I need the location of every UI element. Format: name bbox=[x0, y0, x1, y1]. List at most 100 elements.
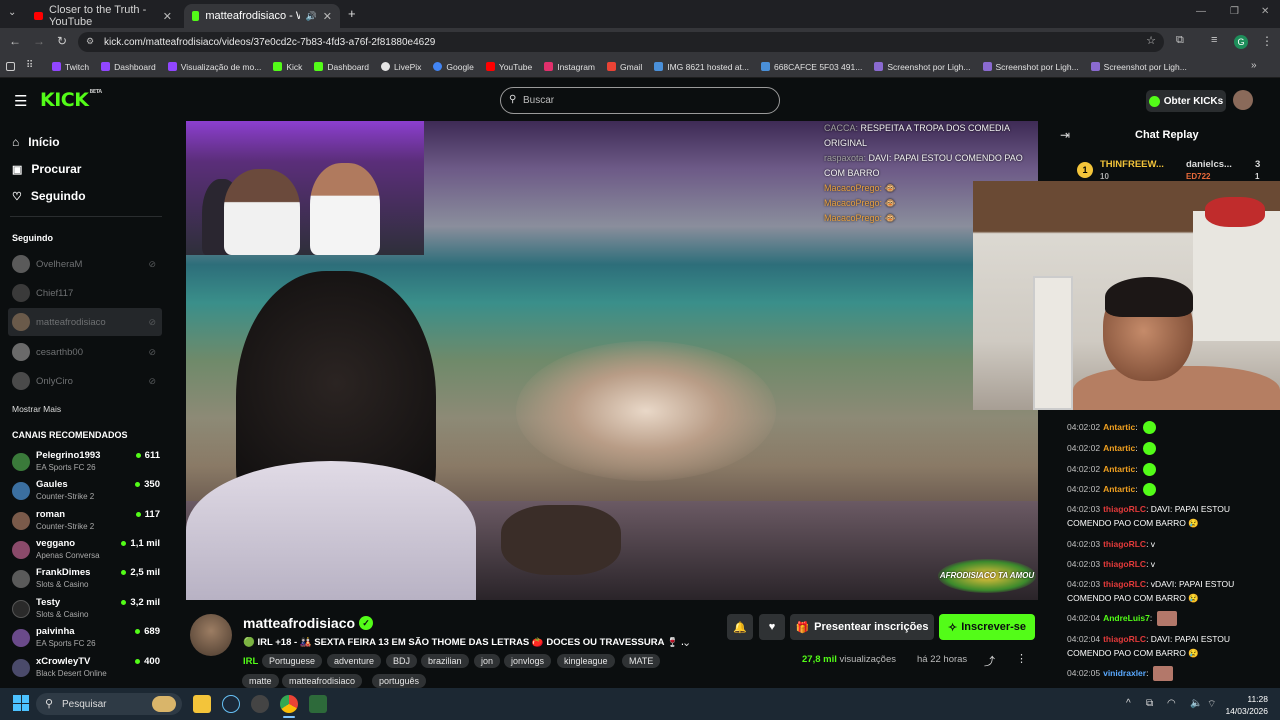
tag[interactable]: kingleague bbox=[557, 654, 615, 668]
following-item-selected[interactable]: matteafrodisiaco ⊘ bbox=[8, 308, 162, 336]
live-dot-icon bbox=[135, 511, 141, 517]
browser-tab-active[interactable]: matteafrodisiaco - Watch t 🔊 ✕ bbox=[184, 4, 340, 28]
video-player[interactable]: CACCA: RESPEITA A TROPA DOS COMEDIA ORIG… bbox=[186, 121, 1038, 600]
green-emote-icon bbox=[1142, 483, 1156, 497]
gift-subs-button[interactable]: 🎁 Presentear inscrições bbox=[790, 614, 934, 640]
app-icon[interactable] bbox=[309, 695, 327, 713]
notifications-button[interactable]: 🔔 bbox=[727, 614, 753, 640]
recommended-channel[interactable]: Pelegrino1993 EA Sports FC 26 611 bbox=[12, 449, 160, 477]
kick-logo[interactable]: KICKBETA bbox=[40, 89, 102, 111]
reload-icon[interactable]: ↻ bbox=[57, 34, 67, 48]
tag[interactable]: BDJ bbox=[386, 654, 418, 668]
bookmark-item[interactable]: Instagram bbox=[544, 62, 595, 72]
close-window-icon[interactable]: ✕ bbox=[1261, 6, 1269, 17]
recommended-channel[interactable]: FrankDimes Slots & Casino 2,5 mil bbox=[12, 566, 160, 594]
following-item[interactable]: OnlyCiro ⊘ bbox=[8, 367, 162, 395]
bookmark-item[interactable]: Dashboard bbox=[101, 62, 156, 72]
bookmark-star-icon[interactable]: ☆ bbox=[1146, 34, 1156, 47]
profile-avatar[interactable]: G bbox=[1234, 35, 1248, 49]
close-tab-icon[interactable]: ✕ bbox=[323, 10, 332, 23]
tag[interactable]: Portuguese bbox=[262, 654, 323, 668]
forward-icon[interactable]: → bbox=[33, 34, 45, 48]
apps-grid-icon[interactable]: ⠿ bbox=[26, 60, 33, 71]
bookmarks-overflow-icon[interactable]: » bbox=[1251, 60, 1257, 71]
hamburger-menu-icon[interactable]: ☰ bbox=[14, 92, 27, 110]
recommended-channel[interactable]: xCrowleyTV Black Desert Online 400 bbox=[12, 655, 160, 683]
bookmark-item[interactable]: 668CAFCE 5F03 491... bbox=[760, 62, 862, 72]
browser-menu-icon[interactable]: ⋮ bbox=[1261, 34, 1273, 48]
tag[interactable]: português bbox=[372, 674, 427, 688]
tag[interactable]: matteafrodisiaco bbox=[282, 674, 363, 688]
media-controls-icon[interactable]: ≡ bbox=[1211, 34, 1217, 46]
recommended-channel[interactable]: roman Counter-Strike 2 117 bbox=[12, 508, 160, 536]
chrome-icon[interactable] bbox=[280, 695, 298, 713]
bookmark-item[interactable]: Screenshot por Ligh... bbox=[874, 62, 971, 72]
close-tab-icon[interactable]: ✕ bbox=[163, 10, 172, 23]
expand-title-icon[interactable]: ⌄ bbox=[682, 636, 691, 649]
tag[interactable]: jonvlogs bbox=[504, 654, 552, 668]
recommended-channel[interactable]: veggano Apenas Conversa 1,1 mil bbox=[12, 537, 160, 565]
restore-icon[interactable]: ❐ bbox=[1230, 6, 1239, 17]
new-tab-button[interactable]: + bbox=[348, 6, 356, 21]
recommended-channel[interactable]: Gaules Counter-Strike 2 350 bbox=[12, 478, 160, 506]
browser-tab[interactable]: Closer to the Truth - YouTube ✕ bbox=[26, 4, 180, 28]
network-icon[interactable]: ◠ bbox=[1167, 698, 1176, 709]
bookmark-item[interactable]: YouTube bbox=[485, 62, 532, 72]
tray-app-icon[interactable]: ⧉ bbox=[1146, 698, 1153, 709]
minimize-icon[interactable]: — bbox=[1196, 6, 1206, 17]
user-avatar[interactable] bbox=[1233, 90, 1253, 110]
tab-search-icon[interactable]: ⌄ bbox=[8, 7, 16, 18]
share-icon[interactable]: ⤴ bbox=[984, 653, 995, 669]
file-explorer-icon[interactable] bbox=[193, 695, 211, 713]
nav-following[interactable]: ♡ Seguindo bbox=[12, 189, 86, 203]
bookmark-item[interactable]: IMG 8621 hosted at... bbox=[654, 62, 749, 72]
bookmark-item[interactable]: Screenshot por Ligh... bbox=[1090, 62, 1187, 72]
volume-icon[interactable]: 🔈 bbox=[1190, 698, 1202, 709]
subscribe-button[interactable]: ✧ Inscrever-se bbox=[939, 614, 1035, 640]
get-kicks-button[interactable]: Obter KICKs bbox=[1146, 90, 1226, 112]
more-options-icon[interactable]: ⋮ bbox=[1016, 652, 1027, 665]
bookmark-item[interactable]: Gmail bbox=[607, 62, 642, 72]
recommended-channel[interactable]: Testy Slots & Casino 3,2 mil bbox=[12, 596, 160, 624]
stream-category[interactable]: IRL bbox=[243, 656, 258, 667]
app-icon[interactable] bbox=[251, 695, 269, 713]
bookmark-item[interactable]: LivePix bbox=[380, 62, 421, 72]
sidebar-toggle-icon[interactable] bbox=[6, 62, 15, 71]
site-info-icon[interactable]: ⚙ bbox=[86, 36, 94, 47]
bookmark-item[interactable]: Visualização de mo... bbox=[167, 62, 261, 72]
tray-overflow-icon[interactable]: ^ bbox=[1126, 698, 1131, 709]
windows-start-icon[interactable] bbox=[13, 695, 29, 711]
audio-icon[interactable]: 🔊 bbox=[306, 11, 317, 22]
following-item[interactable]: Chief117 bbox=[8, 279, 162, 307]
bookmark-item[interactable]: Screenshot por Ligh... bbox=[982, 62, 1079, 72]
tag[interactable]: brazilian bbox=[421, 654, 469, 668]
google-icon bbox=[433, 62, 443, 71]
steam-icon[interactable] bbox=[222, 695, 240, 713]
bookmark-item[interactable]: Dashboard bbox=[314, 62, 369, 72]
bookmark-item[interactable]: Kick bbox=[273, 62, 302, 72]
collapse-chat-icon[interactable]: ⇥ bbox=[1060, 128, 1070, 142]
follow-button[interactable]: ♥ bbox=[759, 614, 785, 640]
tag[interactable]: matte bbox=[242, 674, 279, 688]
extensions-icon[interactable]: ⧉ bbox=[1176, 34, 1184, 47]
tag[interactable]: adventure bbox=[327, 654, 382, 668]
show-more-link[interactable]: Mostrar Mais bbox=[12, 404, 61, 414]
taskbar-search[interactable]: ⚲ Pesquisar bbox=[36, 693, 182, 715]
taskbar-clock[interactable]: 11:28 14/03/2026 bbox=[1224, 693, 1268, 717]
channel-name[interactable]: matteafrodisiaco bbox=[243, 615, 355, 631]
following-item[interactable]: cesarthb00 ⊘ bbox=[8, 338, 162, 366]
tag[interactable]: MATE bbox=[622, 654, 661, 668]
bookmark-item[interactable]: Twitch bbox=[52, 62, 89, 72]
nav-home[interactable]: ⌂ Início bbox=[12, 135, 60, 149]
tab-title: matteafrodisiaco - Watch t bbox=[205, 10, 299, 22]
wifi-icon[interactable]: ⌔ bbox=[1207, 698, 1216, 711]
search-input[interactable]: ⚲ Buscar bbox=[500, 87, 780, 114]
recommended-channel[interactable]: paivinha EA Sports FC 26 689 bbox=[12, 625, 160, 653]
url-bar[interactable]: ⚙ kick.com/matteafrodisiaco/videos/37e0c… bbox=[78, 32, 1164, 52]
tag[interactable]: jon bbox=[474, 654, 501, 668]
nav-browse[interactable]: ▣ Procurar bbox=[12, 162, 81, 176]
following-item[interactable]: OvelheraM ⊘ bbox=[8, 250, 162, 278]
bookmark-item[interactable]: Google bbox=[433, 62, 474, 72]
channel-avatar[interactable] bbox=[190, 614, 232, 656]
back-icon[interactable]: ← bbox=[9, 34, 21, 48]
